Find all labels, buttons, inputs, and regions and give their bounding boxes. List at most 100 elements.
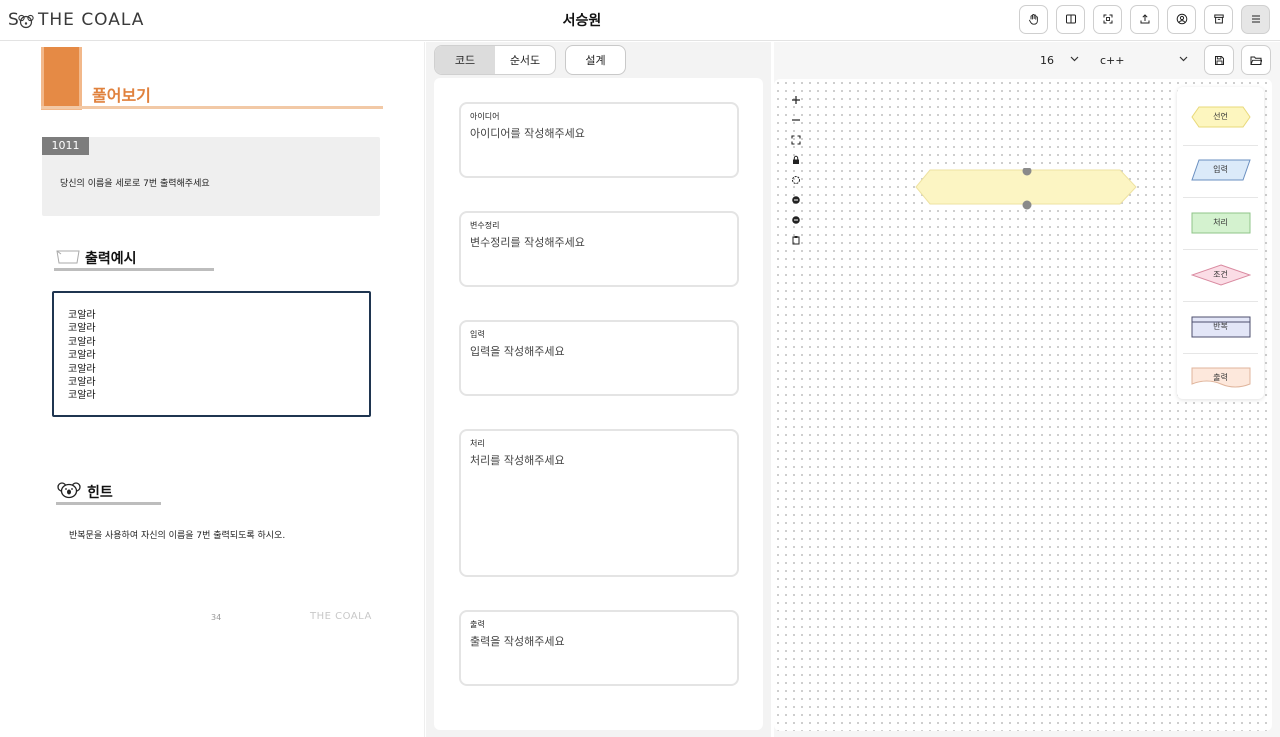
output-example-title: 출력예시 <box>85 251 137 267</box>
lock-icon <box>791 150 801 169</box>
design-button[interactable]: 설계 <box>565 45 626 75</box>
reset-icon <box>791 170 801 189</box>
problem-document: 풀어보기 1011 당신의 이름을 세로로 7번 출력해주세요 출력예시 코알라… <box>0 42 425 737</box>
tab-code[interactable]: 코드 <box>435 46 495 74</box>
palette-input[interactable]: 입력 <box>1177 144 1264 196</box>
archive-icon <box>1213 10 1225 29</box>
fullscreen-icon <box>1102 10 1114 29</box>
language-value: c++ <box>1100 53 1125 67</box>
shape-palette: 선언 입력 처리 조건 반복 출력 <box>1177 87 1264 399</box>
variables-field[interactable]: 변수정리 변수정리를 작성해주세요 <box>459 211 739 287</box>
zoom-out-button[interactable] <box>790 113 802 125</box>
document-heading: 풀어보기 <box>92 86 151 105</box>
output-line: 코알라 <box>68 363 96 375</box>
fullscreen-button[interactable] <box>1093 5 1122 34</box>
start-node[interactable] <box>914 168 1139 210</box>
palette-output[interactable]: 출력 <box>1177 352 1264 404</box>
field-label: 입력 <box>470 330 485 339</box>
palette-label: 반복 <box>1213 322 1228 331</box>
split-view-icon <box>1065 10 1077 29</box>
palette-label: 출력 <box>1213 373 1228 382</box>
palette-loop[interactable]: 반복 <box>1177 301 1264 353</box>
zoom-in-button[interactable] <box>790 93 802 105</box>
variables-input[interactable]: 변수정리를 작성해주세요 <box>470 234 585 250</box>
tab-flowchart[interactable]: 순서도 <box>495 46 555 74</box>
start-node-bottom-handle <box>1022 200 1032 210</box>
font-size-select[interactable]: 16 <box>1040 50 1079 70</box>
palette-label: 입력 <box>1213 165 1228 174</box>
heading-bookmark <box>41 47 82 110</box>
design-form: 아이디어 아이디어를 작성해주세요 변수정리 변수정리를 작성해주세요 입력 입… <box>434 78 763 730</box>
hand-button[interactable] <box>1019 5 1048 34</box>
zoom-out-icon <box>791 110 801 129</box>
save-button[interactable] <box>1204 45 1234 75</box>
archive-button[interactable] <box>1204 5 1233 34</box>
field-label: 변수정리 <box>470 221 500 230</box>
editor-panel: 코드 순서도 설계 아이디어 아이디어를 작성해주세요 변수정리 변수정리를 작… <box>426 42 771 737</box>
output-input[interactable]: 출력을 작성해주세요 <box>470 633 565 649</box>
reset-button[interactable] <box>790 173 802 185</box>
profile-button[interactable] <box>1167 5 1196 34</box>
palette-label: 처리 <box>1213 218 1228 227</box>
output-line: 코알라 <box>68 390 96 402</box>
fit-view-icon <box>791 130 801 149</box>
flowchart-canvas[interactable]: 선언 입력 처리 조건 반복 출력 <box>774 79 1272 731</box>
output-field[interactable]: 출력 출력을 작성해주세요 <box>459 610 739 686</box>
menu-button[interactable] <box>1241 5 1270 34</box>
user-circle-icon <box>1176 10 1188 29</box>
palette-label: 조건 <box>1213 270 1228 279</box>
zoom-in-icon <box>791 90 801 109</box>
output-example-box: 코알라 코알라 코알라 코알라 코알라 코알라 코알라 <box>52 291 371 417</box>
rotate-button[interactable] <box>790 193 802 205</box>
process-field[interactable]: 처리 처리를 작성해주세요 <box>459 429 739 577</box>
rotate-back-icon <box>791 210 801 229</box>
chevron-down-icon <box>1070 55 1079 65</box>
rotate-back-button[interactable] <box>790 213 802 225</box>
top-bar: S THE COALA 서승원 <box>0 0 1280 41</box>
mode-tabs: 코드 순서도 <box>434 45 556 75</box>
language-select[interactable]: c++ <box>1100 50 1188 70</box>
output-example-underline <box>54 268 214 271</box>
lock-button[interactable] <box>790 153 802 165</box>
page-number: 34 <box>211 613 222 622</box>
field-label: 출력 <box>470 620 485 629</box>
process-input[interactable]: 처리를 작성해주세요 <box>470 452 565 468</box>
folder-icon <box>1250 51 1263 70</box>
idea-field[interactable]: 아이디어 아이디어를 작성해주세요 <box>459 102 739 178</box>
menu-icon <box>1250 10 1262 29</box>
koala-hint-icon <box>57 481 81 503</box>
chevron-down-icon <box>1179 55 1188 65</box>
hint-title: 힌트 <box>87 485 113 501</box>
output-line: 코알라 <box>68 350 96 362</box>
palette-label: 선언 <box>1213 112 1228 121</box>
upload-button[interactable] <box>1130 5 1159 34</box>
heading-underline <box>41 106 383 109</box>
open-folder-button[interactable] <box>1241 45 1271 75</box>
hint-text: 반복문을 사용하여 자신의 이름을 7번 출력되도록 하시오. <box>69 531 286 541</box>
palette-process[interactable]: 처리 <box>1177 197 1264 249</box>
rotate-icon <box>791 190 801 209</box>
footer-logo: THE COALA <box>310 611 372 622</box>
problem-box: 1011 당신의 이름을 세로로 7번 출력해주세요 <box>42 137 380 216</box>
canvas-toolbar: 16 c++ <box>774 42 1280 78</box>
output-line: 코알라 <box>68 377 96 389</box>
idea-input[interactable]: 아이디어를 작성해주세요 <box>470 125 585 141</box>
save-icon <box>1214 51 1225 70</box>
fit-view-button[interactable] <box>790 133 802 145</box>
problem-number: 1011 <box>42 137 89 155</box>
output-line: 코알라 <box>68 310 96 321</box>
clipboard-icon <box>791 230 801 249</box>
input-input[interactable]: 입력을 작성해주세요 <box>470 343 565 359</box>
input-field[interactable]: 입력 입력을 작성해주세요 <box>459 320 739 396</box>
font-size-value: 16 <box>1040 53 1054 67</box>
clipboard-button[interactable] <box>790 233 802 245</box>
hint-underline <box>56 502 161 505</box>
page-title: 서승원 <box>562 13 602 29</box>
field-label: 아이디어 <box>470 112 500 121</box>
palette-condition[interactable]: 조건 <box>1177 249 1264 301</box>
palette-declaration[interactable]: 선언 <box>1177 91 1264 143</box>
upload-icon <box>1139 10 1151 29</box>
output-example-lines: 코알라 코알라 코알라 코알라 코알라 코알라 코알라 <box>68 309 96 403</box>
split-view-button[interactable] <box>1056 5 1085 34</box>
problem-text: 당신의 이름을 세로로 7번 출력해주세요 <box>60 179 210 189</box>
